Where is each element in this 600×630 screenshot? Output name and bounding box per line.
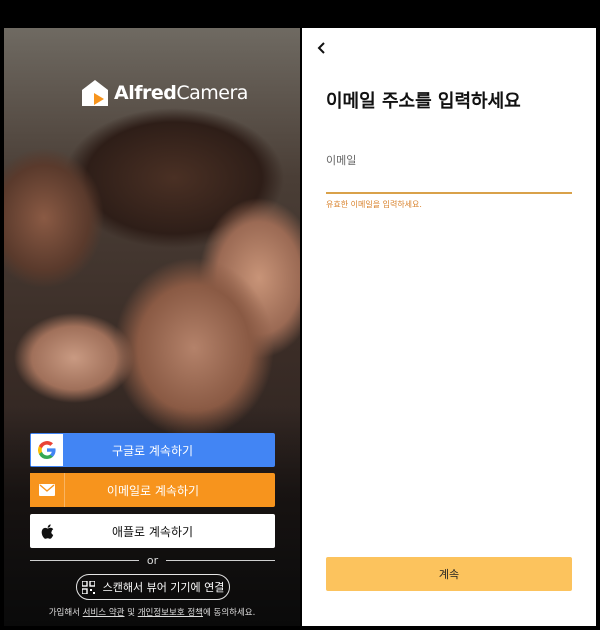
qr-code-icon xyxy=(81,580,95,594)
terms-of-service-link[interactable]: 서비스 약관 xyxy=(83,608,125,618)
email-entry-panel: 이메일 주소를 입력하세요 이메일 유효한 이메일을 입력하세요. 계속 xyxy=(302,28,596,626)
email-error-message: 유효한 이메일을 입력하세요. xyxy=(326,200,422,209)
terms-notice: 가입해서 서비스 약관 및 개인정보보호 정책에 동의하세요. xyxy=(48,608,256,618)
page-title: 이메일 주소를 입력하세요 xyxy=(326,91,521,112)
email-input[interactable] xyxy=(326,168,572,194)
or-divider: or xyxy=(30,554,276,567)
apple-icon xyxy=(30,514,64,548)
google-signin-button[interactable]: 구글로 계속하기 xyxy=(30,433,275,467)
or-text: or xyxy=(146,554,159,567)
brand-name-regular: Camera xyxy=(176,82,248,104)
google-button-label: 구글로 계속하기 xyxy=(111,443,194,458)
email-signin-button[interactable]: 이메일로 계속하기 xyxy=(30,473,275,507)
mail-icon xyxy=(30,473,65,507)
brand-name-bold: Alfred xyxy=(114,82,177,104)
scan-connect-button[interactable]: 스캔해서 뷰어 기기에 연결 xyxy=(76,574,230,600)
scan-button-label: 스캔해서 뷰어 기기에 연결 xyxy=(102,581,225,594)
email-button-label: 이메일로 계속하기 xyxy=(106,483,200,498)
apple-button-label: 애플로 계속하기 xyxy=(111,524,194,539)
email-field-label: 이메일 xyxy=(326,154,357,167)
privacy-policy-link[interactable]: 개인정보보호 정책 xyxy=(138,608,203,618)
alfred-house-icon xyxy=(82,80,108,106)
login-left-panel: AlfredCamera 구글로 계속하기 이메일로 계속하기 애플로 계속하기… xyxy=(4,28,300,626)
back-arrow-icon[interactable] xyxy=(314,40,330,56)
google-icon xyxy=(31,434,63,466)
continue-button[interactable]: 계속 xyxy=(326,557,572,591)
alfred-camera-logo: AlfredCamera xyxy=(80,78,248,108)
apple-signin-button[interactable]: 애플로 계속하기 xyxy=(30,514,275,548)
